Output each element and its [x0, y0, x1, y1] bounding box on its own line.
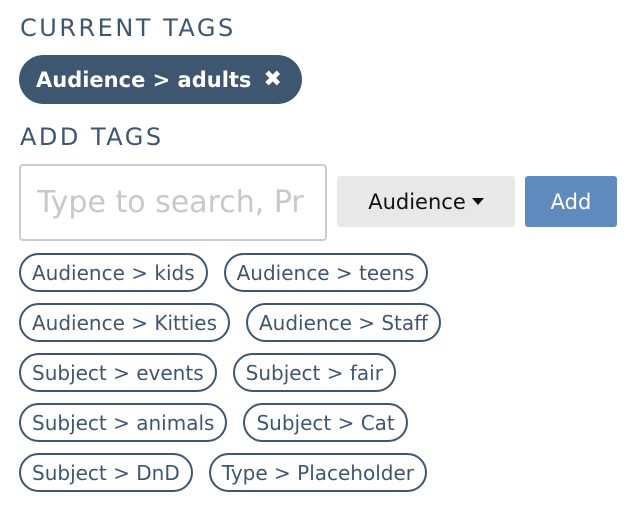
add-tags-heading: ADD TAGS	[20, 123, 164, 151]
tag-pill[interactable]: Audience > Kitties	[19, 303, 230, 342]
tag-pill[interactable]: Audience > kids	[19, 253, 208, 292]
tag-pill[interactable]: Subject > fair	[232, 353, 396, 392]
category-dropdown-label: Audience	[368, 189, 466, 214]
tag-search-input[interactable]	[19, 164, 327, 241]
tag-row: Audience > kids Audience > teens	[19, 253, 619, 292]
tag-pill[interactable]: Subject > DnD	[19, 453, 193, 492]
tag-row: Subject > animals Subject > Cat	[19, 403, 619, 442]
tag-pill[interactable]: Type > Placeholder	[208, 453, 427, 492]
close-icon[interactable]: ✖	[263, 67, 281, 92]
tag-pill[interactable]: Audience > Staff	[246, 303, 441, 342]
add-button[interactable]: Add	[525, 176, 617, 227]
current-tag-label: Audience > adults	[36, 67, 252, 92]
tag-pill[interactable]: Audience > teens	[223, 253, 428, 292]
current-tags-heading: CURRENT TAGS	[20, 14, 236, 42]
tag-pill[interactable]: Subject > Cat	[243, 403, 408, 442]
current-tag-chip: Audience > adults ✖	[19, 55, 302, 104]
tag-row: Subject > DnD Type > Placeholder	[19, 453, 619, 492]
tag-row: Audience > Kitties Audience > Staff	[19, 303, 619, 342]
suggested-tags: Audience > kids Audience > teens Audienc…	[19, 253, 619, 503]
category-dropdown[interactable]: Audience	[337, 176, 515, 227]
tag-pill[interactable]: Subject > events	[19, 353, 217, 392]
tag-row: Subject > events Subject > fair	[19, 353, 619, 392]
tag-pill[interactable]: Subject > animals	[19, 403, 228, 442]
caret-down-icon	[471, 198, 484, 205]
